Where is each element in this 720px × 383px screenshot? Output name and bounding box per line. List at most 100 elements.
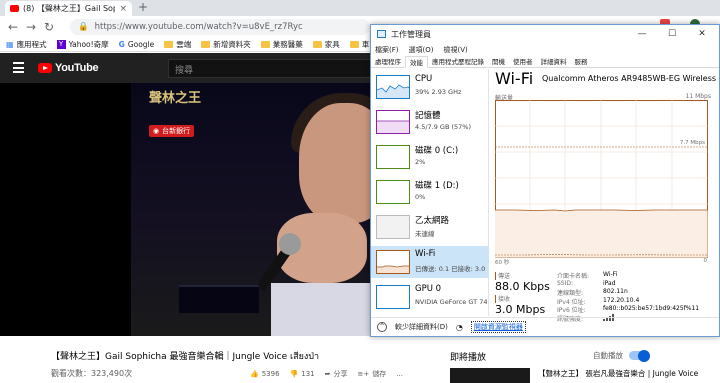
tab-bar: 處理程序 效能 應用程式歷程記錄 開機 使用者 詳細資料 服務 xyxy=(371,56,719,68)
detail-row: IPv6 位址: fe80::b025:be57:1bd9:425f%11 xyxy=(557,305,700,314)
autoplay-control: 自動播放 xyxy=(593,349,650,362)
video-title: 【聲林之王】Gail Sophicha 最強音樂合輯｜Jungle Voice … xyxy=(51,352,320,362)
disk0-mini-graph xyxy=(376,145,410,169)
url-text: https://www.youtube.com/watch?v=u8vE_rz7… xyxy=(94,22,303,32)
search-input[interactable]: 搜尋 xyxy=(168,59,373,78)
next-video-thumbnail[interactable] xyxy=(450,368,530,383)
receive-series xyxy=(495,209,708,258)
adapter-details: 介面卡名稱: Wi-Fi SSID: iPad 連線類型: 802.11n IPv4 … xyxy=(557,271,717,323)
playlist-add-icon: ≡+ xyxy=(357,370,370,378)
tab-processes[interactable]: 處理程序 xyxy=(371,56,405,67)
video-frame[interactable]: 聲林之王 ◉ 台新銀行 xyxy=(131,83,370,336)
tab-users[interactable]: 使用者 xyxy=(509,56,537,67)
performance-detail: Wi-Fi Qualcomm Atheros AR9485WB-EG Wirel… xyxy=(495,69,717,323)
tab-services[interactable]: 服務 xyxy=(571,56,592,67)
disk1-mini-graph xyxy=(376,180,410,204)
folder-icon xyxy=(164,41,174,48)
detail-heading: Wi-Fi xyxy=(495,69,534,88)
back-icon[interactable]: ← xyxy=(8,20,18,34)
resource-disk-0[interactable]: 磁碟 0 (C:) 2% xyxy=(371,141,489,173)
dislike-button[interactable]: 👎 131 xyxy=(290,370,315,378)
menu-bar: 檔案(F) 選項(O) 檢視(V) xyxy=(371,43,468,56)
bookmark-yahoo[interactable]: Y Yahoo!奇摩 xyxy=(56,39,109,50)
fewer-details-link[interactable]: 較少詳細資料(D) xyxy=(395,322,448,332)
chevron-up-icon[interactable]: ^ xyxy=(377,322,387,332)
detail-row: IPv4 位址: 172.20.10.4 xyxy=(557,296,640,306)
gpu-mini-graph xyxy=(376,285,410,309)
autoplay-label: 自動播放 xyxy=(593,351,623,360)
address-bar[interactable]: 🔒 https://www.youtube.com/watch?v=u8vE_r… xyxy=(70,19,370,35)
detail-row: 連線類型: 802.11n xyxy=(557,288,628,297)
window-title: 工作管理員 xyxy=(391,29,431,39)
bookmark-apps[interactable]: ▦ 應用程式 xyxy=(6,39,47,50)
throughput-graph: 7.7 Mbps xyxy=(495,100,708,258)
save-button[interactable]: ≡+ 儲存 xyxy=(358,369,387,379)
minimize-icon[interactable]: — xyxy=(631,27,653,41)
like-button[interactable]: 👍 5396 xyxy=(250,370,280,378)
show-logo: 聲林之王 xyxy=(149,91,202,106)
yahoo-icon: Y xyxy=(56,40,66,49)
more-button[interactable]: ... xyxy=(396,370,403,378)
open-resource-monitor-link[interactable]: 開啟資源監視器 xyxy=(470,321,526,333)
time-span-label: 60 秒 xyxy=(495,260,510,266)
menu-view[interactable]: 檢視(V) xyxy=(443,45,467,55)
youtube-favicon-icon xyxy=(10,5,19,12)
tab-details[interactable]: 詳細資料 xyxy=(537,56,571,67)
resource-memory[interactable]: 記憶體 4.5/7.9 GB (57%) xyxy=(371,106,489,138)
up-next-heading: 即將播放 xyxy=(450,353,487,363)
new-tab-button[interactable]: + xyxy=(138,0,148,15)
task-manager-icon xyxy=(377,30,386,38)
menu-icon[interactable] xyxy=(13,62,24,73)
zero-label: 0 xyxy=(703,258,708,264)
task-manager-footer: ^ 較少詳細資料(D) ◔ 開啟資源監視器 xyxy=(371,317,719,336)
close-tab-icon[interactable]: × xyxy=(119,4,127,14)
sponsor-logo-icon: ◉ xyxy=(153,127,160,135)
menu-file[interactable]: 檔案(F) xyxy=(375,45,399,55)
share-button[interactable]: ➦ 分享 xyxy=(325,369,348,379)
resource-gpu[interactable]: GPU 0 NVIDIA GeForce GT 740 xyxy=(371,281,489,313)
tab-title: (8) 【聲林之王】Gail Sophicha xyxy=(23,4,115,13)
bookmark-google[interactable]: G Google xyxy=(119,40,155,49)
mid-scale-label: 7.7 Mbps xyxy=(680,140,705,146)
next-video-title[interactable]: 【聲林之王】 張岩凡最強音樂合 | Jungle Voice xyxy=(538,368,698,379)
maximize-icon[interactable]: ☐ xyxy=(661,27,683,41)
bookmark-folder[interactable]: 新增資料夾 xyxy=(201,39,251,50)
detail-row: 介面卡名稱: Wi-Fi xyxy=(557,271,618,280)
singer-shirt xyxy=(271,283,370,336)
tab-strip: (8) 【聲林之王】Gail Sophicha × + xyxy=(0,0,720,16)
adapter-name: Qualcomm Atheros AR9485WB-EG Wireless Ne… xyxy=(542,74,717,83)
memory-mini-graph xyxy=(376,110,410,134)
resource-list: CPU 39% 2.93 GHz 記憶體 4.5/7.9 GB (57%) 磁碟… xyxy=(371,69,489,316)
resource-wifi[interactable]: Wi-Fi 已傳送: 0.1 已接收: 3.0 xyxy=(371,246,489,278)
folder-icon xyxy=(260,41,270,48)
task-manager-titlebar[interactable]: 工作管理員 — ☐ ✕ xyxy=(371,25,719,43)
ethernet-mini-graph xyxy=(376,215,410,239)
bookmark-folder[interactable]: 業務醫藥 xyxy=(260,39,303,50)
tab-startup[interactable]: 開機 xyxy=(488,56,509,67)
task-manager-window: 工作管理員 — ☐ ✕ 檔案(F) 選項(O) 檢視(V) 處理程序 效能 應用… xyxy=(370,24,720,337)
lock-icon: 🔒 xyxy=(78,22,89,32)
apps-grid-icon: ▦ xyxy=(6,40,14,49)
singer-face xyxy=(299,103,370,223)
reload-icon[interactable]: ↻ xyxy=(44,20,54,34)
folder-icon xyxy=(349,41,359,48)
youtube-logo[interactable]: YouTube xyxy=(38,62,99,74)
tab-app-history[interactable]: 應用程式歷程記錄 xyxy=(428,56,488,67)
folder-icon xyxy=(201,41,211,48)
tab-performance[interactable]: 效能 xyxy=(405,56,428,68)
resource-cpu[interactable]: CPU 39% 2.93 GHz xyxy=(371,71,489,103)
menu-options[interactable]: 選項(O) xyxy=(409,45,434,55)
browser-tab[interactable]: (8) 【聲林之王】Gail Sophicha × xyxy=(5,1,132,16)
microphone-icon xyxy=(279,233,301,255)
autoplay-toggle[interactable] xyxy=(629,349,650,362)
forward-icon[interactable]: → xyxy=(26,20,36,34)
view-count: 觀看次數：323,490次 xyxy=(51,369,133,378)
share-icon: ➦ xyxy=(324,370,331,378)
video-player[interactable]: 聲林之王 ◉ 台新銀行 xyxy=(0,83,370,336)
bookmark-folder[interactable]: 家具 xyxy=(312,39,340,50)
bookmark-folder[interactable]: 雲端 xyxy=(164,39,191,50)
resource-ethernet[interactable]: 乙太網路 未連線 xyxy=(371,211,489,243)
folder-icon xyxy=(312,41,322,48)
close-icon[interactable]: ✕ xyxy=(691,27,713,41)
resource-disk-1[interactable]: 磁碟 1 (D:) 0% xyxy=(371,176,489,208)
